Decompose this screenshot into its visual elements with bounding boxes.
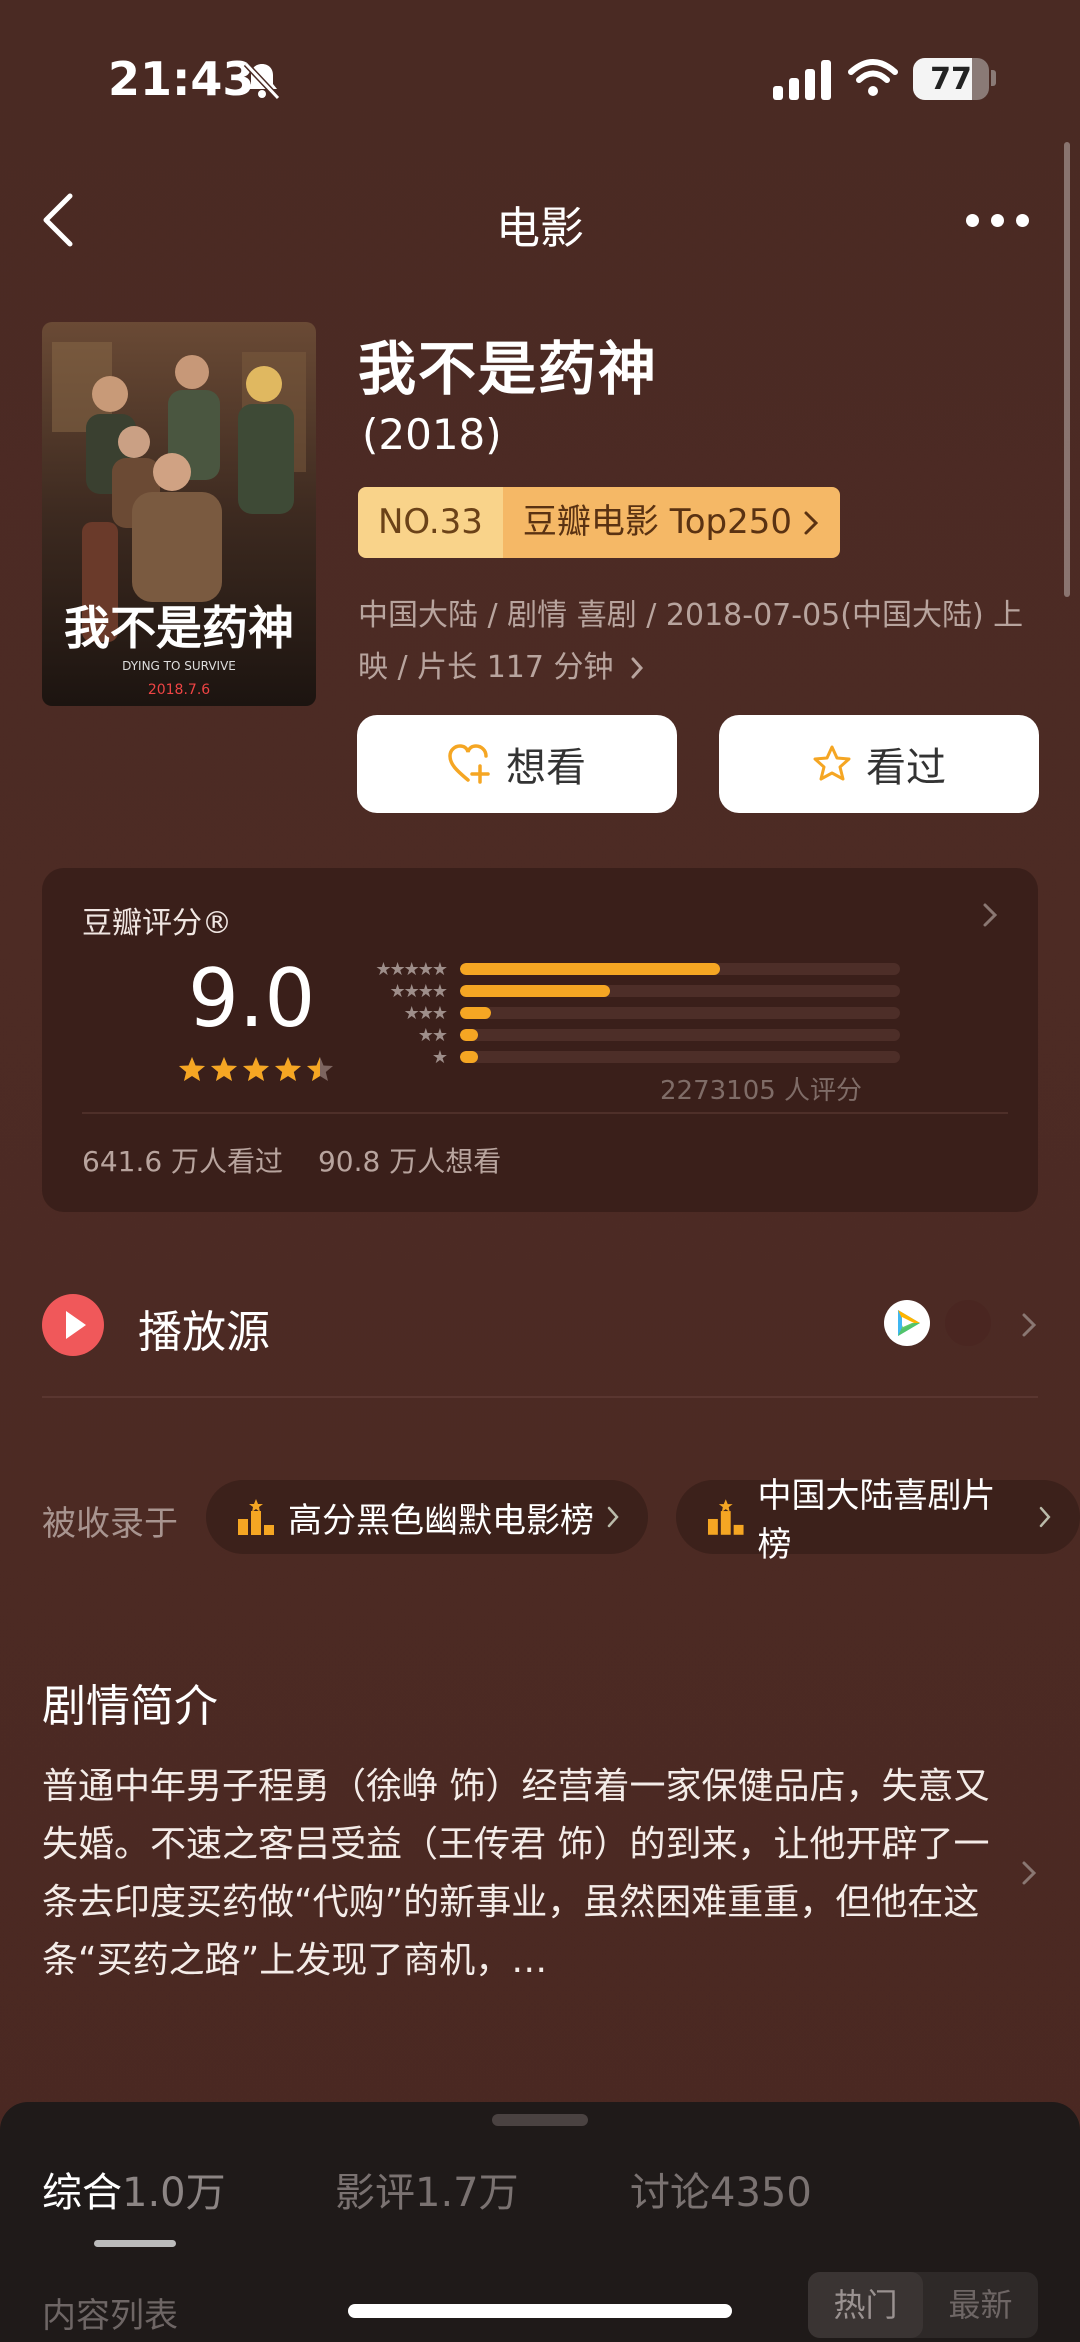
tencent-video-icon[interactable]	[884, 1300, 930, 1346]
rating-star-icon	[211, 1057, 237, 1081]
battery-level: 77	[930, 62, 972, 97]
play-source-label[interactable]: 播放源	[138, 1296, 270, 1360]
rating-bar-row: ★★★★	[350, 980, 910, 1002]
poster-title: 我不是药神	[64, 601, 294, 655]
synopsis-text[interactable]: 普通中年男子程勇（徐峥 饰）经营着一家保健品店，失意又失婚。不速之客吕受益（王传…	[42, 1758, 1022, 1990]
chevron-right-icon	[804, 511, 819, 534]
tab-reviews[interactable]: 影评1.7万	[335, 2160, 519, 2218]
rating-bar-track	[460, 1051, 900, 1063]
chevron-right-icon[interactable]	[980, 900, 1000, 930]
divider	[42, 1396, 1038, 1398]
want-to-watch-label: 想看	[506, 745, 586, 791]
synopsis-heading: 剧情简介	[42, 1681, 218, 1732]
top250-rank-badge[interactable]: NO.33 豆瓣电影 Top250	[358, 487, 840, 558]
platform-icon[interactable]	[945, 1300, 991, 1346]
sort-new-button[interactable]: 最新	[923, 2272, 1038, 2338]
rating-bar-row: ★★	[350, 1024, 910, 1046]
tab-count: 1.0万	[122, 2170, 226, 2216]
want-to-watch-button[interactable]: 想看	[357, 715, 677, 813]
sort-hot-button[interactable]: 热门	[808, 2272, 923, 2338]
star-level-icon: ★★	[417, 1024, 448, 1046]
rating-star-icon	[307, 1057, 333, 1081]
poster-subtitle: DYING TO SURVIVE	[122, 659, 236, 673]
movie-title: 我不是药神	[358, 335, 659, 403]
tab-label: 综合	[42, 2170, 122, 2216]
watched-label: 看过	[866, 745, 946, 791]
rating-star-icon	[243, 1057, 269, 1081]
chevron-right-icon	[1039, 1506, 1051, 1528]
tab-count: 4350	[710, 2170, 812, 2216]
page-title: 电影	[496, 203, 584, 254]
ranking-icon	[238, 1499, 274, 1535]
tab-label: 讨论	[630, 2170, 710, 2216]
tab-indicator	[94, 2240, 176, 2247]
rating-star-icon	[179, 1057, 205, 1081]
collection-chip[interactable]: 高分黑色幽默电影榜	[206, 1480, 648, 1554]
rating-bar-fill	[460, 1051, 478, 1063]
tab-label: 影评	[335, 2170, 415, 2216]
rating-bar-track	[460, 1029, 900, 1041]
ranking-icon	[707, 1499, 744, 1535]
sort-toggle[interactable]: 热门 最新	[808, 2272, 1038, 2338]
watched-button[interactable]: 看过	[719, 715, 1039, 813]
sheet-handle[interactable]	[492, 2114, 588, 2126]
status-time: 21:43	[108, 52, 255, 106]
movie-meta-text: 中国大陆 / 剧情 喜剧 / 2018-07-05(中国大陆) 上映 / 片长 …	[358, 598, 1024, 685]
rating-bar-track	[460, 985, 900, 997]
tab-count: 1.7万	[415, 2170, 519, 2216]
collection-chip-label: 中国大陆喜剧片榜	[757, 1476, 996, 1565]
battery-tip	[991, 70, 996, 86]
rating-bar-row: ★★★	[350, 1002, 910, 1024]
star-level-icon: ★	[431, 1046, 448, 1068]
rating-bar-fill	[460, 985, 610, 997]
movie-meta[interactable]: 中国大陆 / 剧情 喜剧 / 2018-07-05(中国大陆) 上映 / 片长 …	[358, 590, 1038, 694]
rating-distribution: ★★★★★ ★★★★ ★★★ ★★ ★	[350, 958, 910, 1068]
rating-stars	[178, 1056, 334, 1082]
star-level-icon: ★★★	[403, 1002, 448, 1024]
rating-bar-track	[460, 963, 900, 975]
movie-year: (2018)	[362, 410, 502, 459]
play-icon[interactable]	[42, 1294, 104, 1356]
more-options-icon[interactable]	[966, 200, 1032, 240]
home-indicator[interactable]	[348, 2304, 732, 2318]
collection-chip[interactable]: 中国大陆喜剧片榜	[676, 1476, 1080, 1565]
rank-number: NO.33	[358, 487, 503, 558]
want-count: 90.8 万人想看	[317, 1145, 502, 1178]
heart-plus-icon	[448, 744, 490, 784]
scrollbar[interactable]	[1064, 142, 1070, 597]
wifi-icon	[848, 59, 898, 96]
rating-star-icon	[275, 1057, 301, 1081]
rating-label: 豆瓣评分®	[82, 906, 232, 941]
poster-date: 2018.7.6	[148, 682, 210, 698]
watched-count: 641.6 万人看过	[82, 1145, 284, 1178]
chevron-right-icon[interactable]	[1020, 1858, 1038, 1888]
star-outline-icon	[813, 745, 851, 781]
collection-chip-label: 高分黑色幽默电影榜	[288, 1500, 594, 1541]
rating-bar-row: ★	[350, 1046, 910, 1068]
collected-label: 被收录于	[42, 1504, 178, 1544]
tab-discussion[interactable]: 讨论4350	[630, 2160, 812, 2218]
battery-indicator: 77	[913, 58, 989, 100]
rank-list: 豆瓣电影 Top250	[502, 487, 840, 558]
star-level-icon: ★★★★	[389, 980, 448, 1002]
movie-poster[interactable]: 我不是药神 DYING TO SURVIVE 2018.7.6	[42, 322, 316, 706]
content-list-label: 内容列表	[42, 2296, 178, 2336]
chevron-right-icon	[607, 1506, 619, 1528]
mute-bell-icon	[243, 61, 281, 101]
rating-bar-track	[460, 1007, 900, 1019]
divider	[82, 1112, 1008, 1114]
audience-stats: 641.6 万人看过 90.8 万人想看	[82, 1140, 527, 1180]
chevron-right-icon[interactable]	[1020, 1310, 1038, 1340]
rank-list-label: 豆瓣电影 Top250	[522, 502, 792, 542]
rating-score: 9.0	[188, 952, 316, 1045]
rating-bar-fill	[460, 963, 720, 975]
rating-votes: 2273105 人评分	[660, 1076, 863, 1106]
tab-overview[interactable]: 综合1.0万	[42, 2160, 226, 2218]
rating-bar-fill	[460, 1029, 478, 1041]
star-level-icon: ★★★★★	[375, 958, 448, 980]
rating-bar-fill	[460, 1007, 491, 1019]
cellular-signal-icon	[773, 60, 831, 100]
chevron-right-icon	[631, 657, 644, 679]
rating-bar-row: ★★★★★	[350, 958, 910, 980]
